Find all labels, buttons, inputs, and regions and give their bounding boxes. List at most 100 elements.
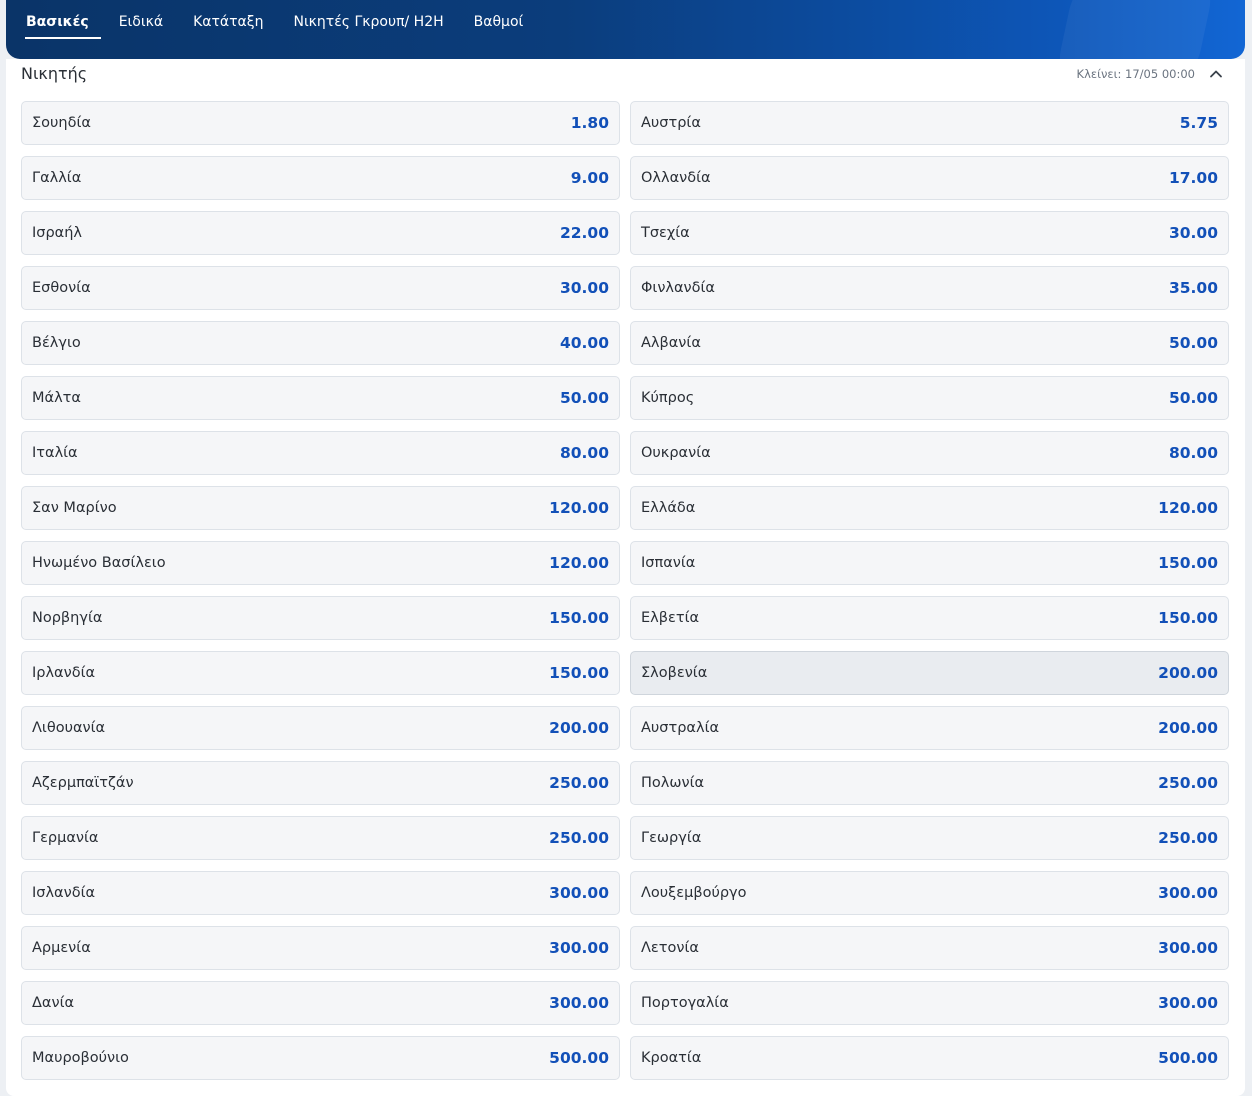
odds-button[interactable]: Σουηδία 1.80 [21, 101, 620, 145]
market-tabs: Βασικές Ειδικά Κατάταξη Νικητές Γκρουπ/ … [25, 0, 539, 44]
selection-odds: 5.75 [1179, 114, 1218, 132]
selection-odds: 250.00 [549, 774, 609, 792]
selection-odds: 120.00 [549, 554, 609, 572]
selection-odds: 300.00 [1158, 884, 1218, 902]
selection-odds: 300.00 [549, 939, 609, 957]
selection-name: Αυστραλία [641, 720, 720, 736]
odds-button[interactable]: Ελβετία 150.00 [630, 596, 1229, 640]
brand-watermark [1052, 0, 1218, 59]
selection-odds: 250.00 [1158, 774, 1218, 792]
selection-name: Γαλλία [32, 170, 82, 186]
selection-name: Ιταλία [32, 445, 78, 461]
selection-name: Ισλανδία [32, 885, 96, 901]
selection-name: Σουηδία [32, 115, 91, 131]
chevron-up-icon[interactable] [1207, 65, 1225, 83]
tab-points[interactable]: Βαθμοί [459, 0, 539, 44]
odds-button[interactable]: Φινλανδία 35.00 [630, 266, 1229, 310]
odds-button[interactable]: Γερμανία 250.00 [21, 816, 620, 860]
selection-odds: 200.00 [1158, 664, 1218, 682]
selection-name: Ελλάδα [641, 500, 696, 516]
tab-group-winners-h2h[interactable]: Νικητές Γκρουπ/ H2H [278, 0, 458, 44]
odds-button[interactable]: Σλοβενία 200.00 [630, 651, 1229, 695]
odds-button[interactable]: Μάλτα 50.00 [21, 376, 620, 420]
odds-button[interactable]: Ουκρανία 80.00 [630, 431, 1229, 475]
odds-button[interactable]: Γεωργία 250.00 [630, 816, 1229, 860]
selection-name: Γεωργία [641, 830, 702, 846]
tab-standings[interactable]: Κατάταξη [178, 0, 278, 44]
selection-odds: 500.00 [1158, 1049, 1218, 1067]
selection-name: Ελβετία [641, 610, 700, 626]
odds-button[interactable]: Αυστρία 5.75 [630, 101, 1229, 145]
odds-button[interactable]: Βέλγιο 40.00 [21, 321, 620, 365]
selection-odds: 250.00 [549, 829, 609, 847]
market-close-time: Κλείνει: 17/05 00:00 [1076, 67, 1195, 81]
selection-name: Νορβηγία [32, 610, 103, 626]
odds-button[interactable]: Λιθουανία 200.00 [21, 706, 620, 750]
selection-odds: 200.00 [549, 719, 609, 737]
odds-button[interactable]: Σαν Μαρίνο 120.00 [21, 486, 620, 530]
tab-basic[interactable]: Βασικές [25, 0, 101, 44]
market-title: Νικητής [21, 64, 88, 83]
selection-name: Δανία [32, 995, 75, 1011]
selection-odds: 50.00 [1168, 334, 1218, 352]
odds-button[interactable]: Λουξεμβούργο 300.00 [630, 871, 1229, 915]
selections-grid: Σουηδία 1.80 Αυστρία 5.75 Γαλλία 9.00 Ολλανδία… [21, 101, 1229, 1080]
odds-button[interactable]: Γαλλία 9.00 [21, 156, 620, 200]
odds-button[interactable]: Τσεχία 30.00 [630, 211, 1229, 255]
selection-name: Ιρλανδία [32, 665, 96, 681]
selection-name: Ολλανδία [641, 170, 711, 186]
odds-button[interactable]: Αυστραλία 200.00 [630, 706, 1229, 750]
selection-name: Φινλανδία [641, 280, 715, 296]
odds-button[interactable]: Ολλανδία 17.00 [630, 156, 1229, 200]
top-nav-bar: Βασικές Ειδικά Κατάταξη Νικητές Γκρουπ/ … [6, 0, 1245, 59]
odds-button[interactable]: Αρμενία 300.00 [21, 926, 620, 970]
market-panel: Νικητής Κλείνει: 17/05 00:00 Σουηδία 1.80… [6, 59, 1245, 1096]
selection-name: Ηνωμένο Βασίλειο [32, 555, 166, 571]
selection-name: Λετονία [641, 940, 699, 956]
selection-odds: 35.00 [1168, 279, 1218, 297]
odds-button[interactable]: Μαυροβούνιο 500.00 [21, 1036, 620, 1080]
odds-button[interactable]: Κύπρος 50.00 [630, 376, 1229, 420]
odds-button[interactable]: Ισραήλ 22.00 [21, 211, 620, 255]
odds-button[interactable]: Αλβανία 50.00 [630, 321, 1229, 365]
selection-odds: 1.80 [570, 114, 609, 132]
selection-odds: 9.00 [570, 169, 609, 187]
selection-name: Αλβανία [641, 335, 701, 351]
odds-button[interactable]: Ιρλανδία 150.00 [21, 651, 620, 695]
selection-name: Κύπρος [641, 390, 695, 406]
selection-odds: 250.00 [1158, 829, 1218, 847]
odds-button[interactable]: Ιταλία 80.00 [21, 431, 620, 475]
selection-name: Λιθουανία [32, 720, 106, 736]
tab-specials[interactable]: Ειδικά [104, 0, 178, 44]
odds-button[interactable]: Δανία 300.00 [21, 981, 620, 1025]
odds-button[interactable]: Ισλανδία 300.00 [21, 871, 620, 915]
selection-odds: 300.00 [549, 994, 609, 1012]
selection-name: Κροατία [641, 1050, 702, 1066]
odds-button[interactable]: Πορτογαλία 300.00 [630, 981, 1229, 1025]
odds-button[interactable]: Αζερμπαϊτζάν 250.00 [21, 761, 620, 805]
selection-name: Εσθονία [32, 280, 91, 296]
selection-odds: 30.00 [1168, 224, 1218, 242]
selection-name: Μαυροβούνιο [32, 1050, 129, 1066]
odds-button[interactable]: Ελλάδα 120.00 [630, 486, 1229, 530]
odds-button[interactable]: Πολωνία 250.00 [630, 761, 1229, 805]
odds-button[interactable]: Ηνωμένο Βασίλειο 120.00 [21, 541, 620, 585]
selection-odds: 120.00 [1158, 499, 1218, 517]
selection-name: Ισπανία [641, 555, 696, 571]
selection-odds: 80.00 [1168, 444, 1218, 462]
selection-name: Πολωνία [641, 775, 705, 791]
selection-odds: 80.00 [559, 444, 609, 462]
selection-name: Γερμανία [32, 830, 99, 846]
odds-button[interactable]: Ισπανία 150.00 [630, 541, 1229, 585]
selection-odds: 300.00 [1158, 939, 1218, 957]
odds-button[interactable]: Κροατία 500.00 [630, 1036, 1229, 1080]
odds-button[interactable]: Εσθονία 30.00 [21, 266, 620, 310]
odds-button[interactable]: Νορβηγία 150.00 [21, 596, 620, 640]
selection-odds: 150.00 [549, 664, 609, 682]
selection-odds: 50.00 [1168, 389, 1218, 407]
odds-button[interactable]: Λετονία 300.00 [630, 926, 1229, 970]
selection-name: Αρμενία [32, 940, 91, 956]
selection-name: Μάλτα [32, 390, 81, 406]
selection-odds: 300.00 [549, 884, 609, 902]
selection-odds: 40.00 [559, 334, 609, 352]
